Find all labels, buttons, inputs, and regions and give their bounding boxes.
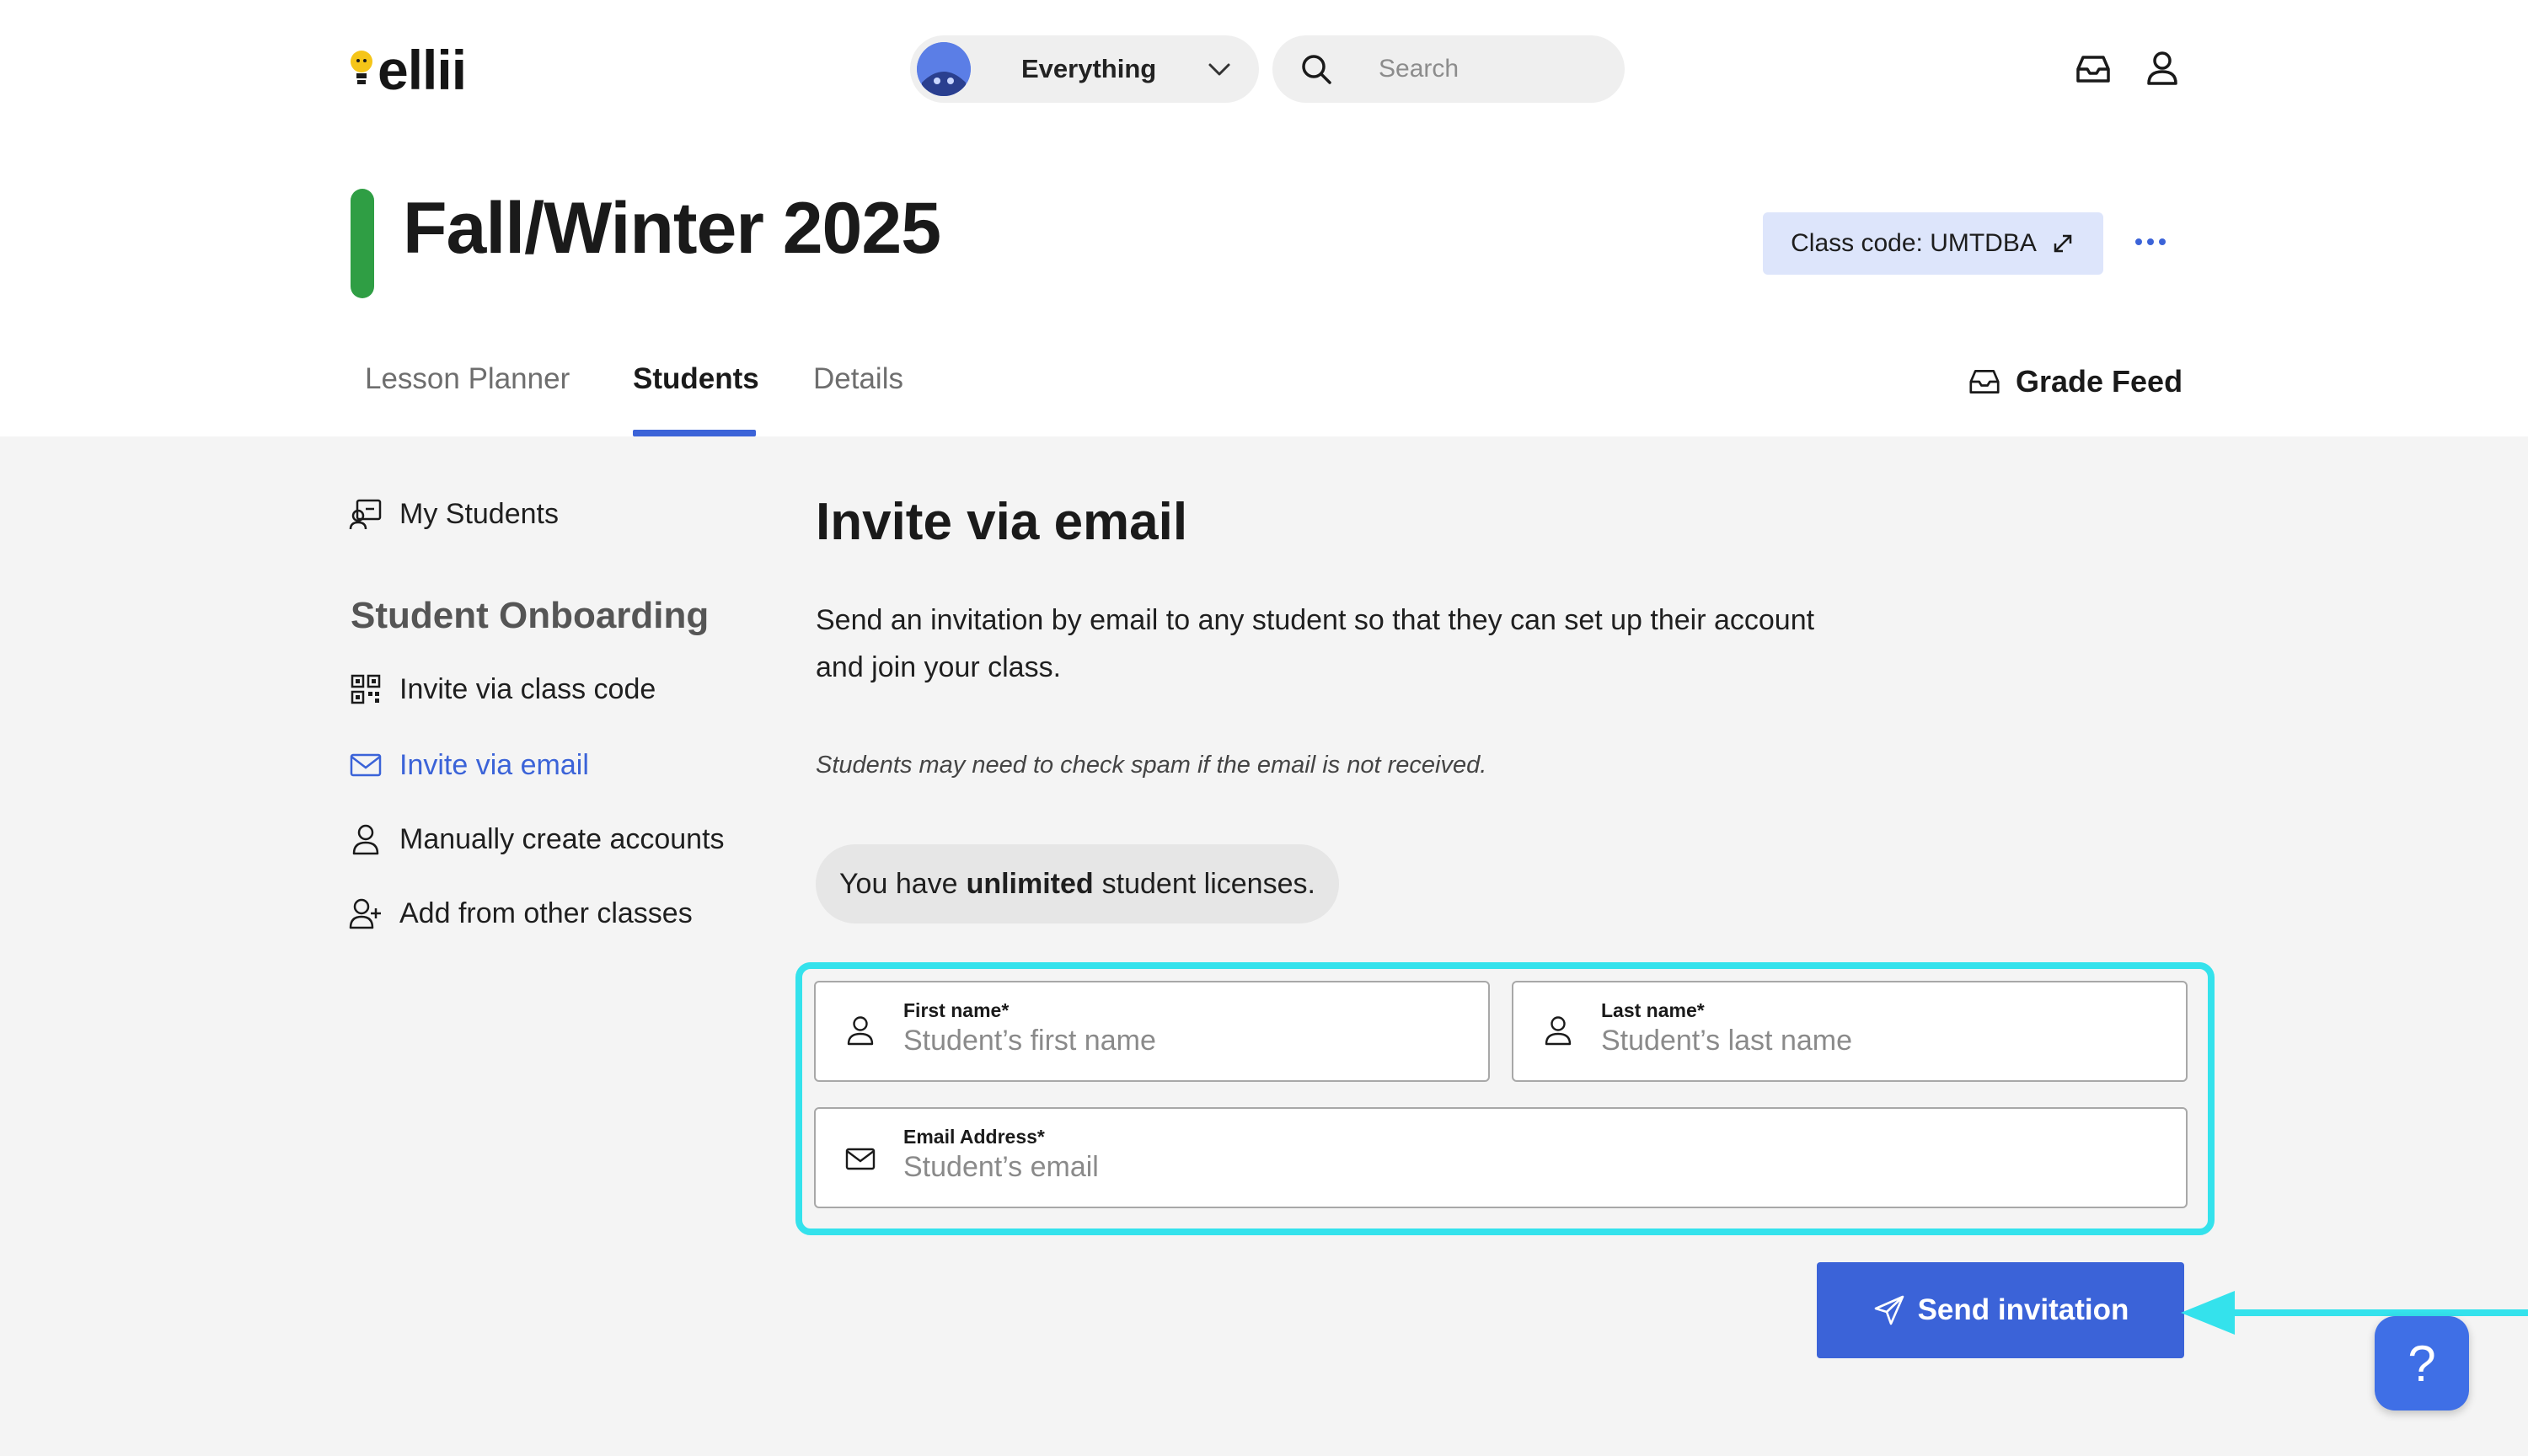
tab-lesson-planner[interactable]: Lesson Planner bbox=[365, 362, 570, 396]
tab-details[interactable]: Details bbox=[813, 362, 903, 396]
logo-text: ellii bbox=[378, 39, 467, 101]
qr-code-icon bbox=[351, 674, 381, 704]
scope-avatar bbox=[917, 42, 971, 96]
account-icon[interactable] bbox=[2145, 51, 2179, 86]
paper-plane-icon bbox=[1874, 1295, 1904, 1325]
ellii-logo[interactable]: ellii bbox=[349, 39, 467, 101]
spam-note: Students may need to check spam if the e… bbox=[816, 752, 1487, 779]
sidebar-item-label: Add from other classes bbox=[399, 897, 693, 929]
sidebar-item-invite-email[interactable]: Invite via email bbox=[349, 748, 589, 782]
search-bar[interactable] bbox=[1272, 35, 1625, 103]
scope-label: Everything bbox=[1021, 54, 1157, 83]
expand-icon bbox=[2054, 234, 2072, 253]
grade-feed-label: Grade Feed bbox=[2016, 364, 2183, 399]
user-plus-icon bbox=[349, 898, 381, 929]
sidebar-section-title: Student Onboarding bbox=[351, 595, 710, 636]
last-name-label: Last name* bbox=[1601, 999, 1705, 1021]
mail-icon bbox=[845, 1148, 876, 1170]
sidebar-item-label: Manually create accounts bbox=[399, 822, 725, 855]
lightbulb-logo-icon bbox=[351, 51, 372, 84]
user-icon bbox=[1545, 1016, 1572, 1046]
page-description: Send an invitation by email to any stude… bbox=[816, 604, 1815, 683]
email-label: Email Address* bbox=[903, 1126, 1045, 1148]
more-options-icon[interactable] bbox=[2134, 234, 2167, 249]
user-icon bbox=[352, 824, 379, 855]
sidebar-item-invite-class-code[interactable]: Invite via class code bbox=[349, 672, 656, 706]
first-name-field[interactable]: First name* bbox=[814, 981, 1490, 1082]
search-icon bbox=[1302, 55, 1331, 84]
sidebar-item-label: Invite via email bbox=[399, 748, 589, 781]
class-title: Fall/Winter 2025 bbox=[403, 188, 941, 269]
sidebar-item-add-from-classes[interactable]: Add from other classes bbox=[349, 897, 693, 930]
sidebar-item-manual-accounts[interactable]: Manually create accounts bbox=[349, 822, 725, 856]
search-input[interactable] bbox=[1377, 54, 1599, 84]
sidebar-item-label: My Students bbox=[399, 497, 559, 530]
license-prefix: You have bbox=[839, 867, 958, 900]
license-suffix: student licenses. bbox=[1101, 867, 1315, 900]
license-count: unlimited bbox=[966, 867, 1094, 900]
last-name-field[interactable]: Last name* bbox=[1512, 981, 2188, 1082]
last-name-input[interactable] bbox=[1601, 1025, 2174, 1057]
first-name-label: First name* bbox=[903, 999, 1010, 1021]
class-code-button[interactable]: Class code: UMTDBA bbox=[1763, 212, 2103, 275]
mail-icon bbox=[350, 753, 382, 777]
active-tab-indicator bbox=[633, 430, 756, 436]
email-field[interactable]: Email Address* bbox=[814, 1107, 2188, 1208]
chevron-down-icon bbox=[1208, 63, 1230, 76]
sidebar-item-label: Invite via class code bbox=[399, 672, 656, 705]
help-button[interactable]: ? bbox=[2375, 1316, 2469, 1410]
inbox-icon[interactable] bbox=[2075, 52, 2112, 86]
sidebar-item-my-students[interactable]: My Students bbox=[349, 497, 559, 531]
license-info-badge: You have unlimited student licenses. bbox=[816, 844, 1339, 923]
class-code-label: Class code: UMTDBA bbox=[1791, 229, 2037, 257]
grade-feed-button[interactable]: Grade Feed bbox=[1967, 364, 2183, 399]
class-color-bar bbox=[351, 189, 374, 298]
scope-dropdown[interactable]: Everything bbox=[910, 35, 1259, 103]
email-input[interactable] bbox=[903, 1151, 2083, 1184]
teacher-board-icon bbox=[349, 499, 382, 530]
send-invitation-button[interactable]: Send invitation bbox=[1817, 1262, 2184, 1358]
user-icon bbox=[847, 1016, 874, 1046]
tab-students[interactable]: Students bbox=[633, 362, 759, 396]
pointer-arrow-annotation bbox=[2181, 1291, 2528, 1335]
page-title: Invite via email bbox=[816, 493, 1188, 551]
send-invitation-label: Send invitation bbox=[1917, 1293, 2129, 1326]
first-name-input[interactable] bbox=[903, 1025, 1476, 1057]
inbox-icon bbox=[1969, 370, 2000, 393]
